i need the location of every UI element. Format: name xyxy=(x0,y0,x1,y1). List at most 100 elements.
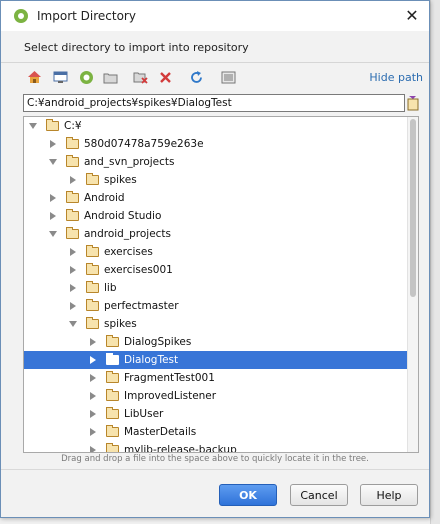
tree-row[interactable]: spikes xyxy=(24,315,408,333)
folder-icon xyxy=(106,389,119,401)
home-icon[interactable] xyxy=(25,68,43,86)
folder-icon xyxy=(46,119,59,131)
collapsed-arrow-icon[interactable] xyxy=(49,140,57,148)
folder-icon xyxy=(86,299,99,311)
tree-row[interactable]: LibUser xyxy=(24,405,408,423)
tree-row[interactable]: exercises001 xyxy=(24,261,408,279)
tree-row-label: spikes xyxy=(104,174,137,186)
folder-icon xyxy=(106,371,119,383)
path-row xyxy=(23,94,419,112)
cancel-button[interactable]: Cancel xyxy=(290,484,348,506)
collapsed-arrow-icon[interactable] xyxy=(89,446,97,452)
folder-icon xyxy=(86,173,99,185)
collapsed-arrow-icon[interactable] xyxy=(69,284,77,292)
hide-path-link[interactable]: Hide path xyxy=(369,71,423,84)
tree-row[interactable]: C:¥ xyxy=(24,117,408,135)
folder-icon xyxy=(86,317,99,329)
folder-icon xyxy=(86,281,99,293)
android-project-icon[interactable] xyxy=(77,68,95,86)
tree-row-label: exercises xyxy=(104,246,153,258)
collapsed-arrow-icon[interactable] xyxy=(89,356,97,364)
tree-row[interactable]: lib xyxy=(24,279,408,297)
tree-row[interactable]: DialogSpikes xyxy=(24,333,408,351)
tree-row-label: MasterDetails xyxy=(124,426,197,438)
collapsed-arrow-icon[interactable] xyxy=(89,374,97,382)
tree-row[interactable]: android_projects xyxy=(24,225,408,243)
folder-icon xyxy=(66,137,79,149)
folder-icon xyxy=(106,425,119,437)
folder-icon xyxy=(66,209,79,221)
folder-icon xyxy=(106,407,119,419)
delete-folder-icon[interactable] xyxy=(131,68,149,86)
tree-scrollbar[interactable] xyxy=(407,117,418,452)
drag-drop-hint: Drag and drop a file into the space abov… xyxy=(61,454,369,464)
delete-icon[interactable] xyxy=(156,68,174,86)
expanded-arrow-icon[interactable] xyxy=(49,230,57,238)
folder-icon xyxy=(106,443,119,452)
collapsed-arrow-icon[interactable] xyxy=(89,392,97,400)
folder-icon xyxy=(66,227,79,239)
android-studio-icon xyxy=(14,9,28,23)
tree-row-label: Android Studio xyxy=(84,210,162,222)
tree-row[interactable]: and_svn_projects xyxy=(24,153,408,171)
directory-tree[interactable]: C:¥ 580d07478a759e263e and_svn_projectsspi… xyxy=(23,116,419,453)
tree-row-label: DialogTest xyxy=(124,354,179,366)
browse-history-icon[interactable] xyxy=(407,95,419,111)
collapsed-arrow-icon[interactable] xyxy=(69,176,77,184)
tree-row[interactable]: Android xyxy=(24,189,408,207)
new-folder-icon[interactable] xyxy=(101,68,119,86)
background-scrollbar xyxy=(430,0,440,524)
tree-row-label: exercises001 xyxy=(104,264,173,276)
subtitle-bar: Select directory to import into reposito… xyxy=(1,31,429,63)
tree-row[interactable]: exercises xyxy=(24,243,408,261)
expanded-arrow-icon[interactable] xyxy=(49,158,57,166)
folder-icon xyxy=(106,353,119,365)
refresh-icon[interactable] xyxy=(187,68,205,86)
collapsed-arrow-icon[interactable] xyxy=(89,410,97,418)
tree-row-label: FragmentTest001 xyxy=(124,372,215,384)
collapsed-arrow-icon[interactable] xyxy=(89,338,97,346)
dialog-subtitle: Select directory to import into reposito… xyxy=(24,41,249,54)
collapsed-arrow-icon[interactable] xyxy=(89,428,97,436)
title-bar[interactable]: Import Directory ✕ xyxy=(1,1,429,31)
tree-row[interactable]: Android Studio xyxy=(24,207,408,225)
import-directory-dialog: Import Directory ✕ Select directory to i… xyxy=(0,0,430,518)
tree-scrollbar-thumb[interactable] xyxy=(410,119,416,297)
folder-icon xyxy=(86,263,99,275)
tree-row[interactable]: perfectmaster xyxy=(24,297,408,315)
tree-row-label: lib xyxy=(104,282,117,294)
tree-row-label: and_svn_projects xyxy=(84,156,175,168)
tree-row-label: DialogSpikes xyxy=(124,336,192,348)
expanded-arrow-icon[interactable] xyxy=(29,122,37,130)
ok-button[interactable]: OK xyxy=(219,484,277,506)
close-button[interactable]: ✕ xyxy=(401,5,423,27)
tree-row[interactable]: 580d07478a759e263e xyxy=(24,135,408,153)
tree-row-label: C:¥ xyxy=(64,120,82,132)
tree-row[interactable]: ImprovedListener xyxy=(24,387,408,405)
collapsed-arrow-icon[interactable] xyxy=(49,212,57,220)
tree-row-label: android_projects xyxy=(84,228,172,240)
folder-icon xyxy=(66,191,79,203)
tree-row-label: Android xyxy=(84,192,125,204)
dialog-title: Import Directory xyxy=(37,9,136,23)
tree-row[interactable]: MasterDetails xyxy=(24,423,408,441)
tree-row[interactable]: spikes xyxy=(24,171,408,189)
tree-row-label: LibUser xyxy=(124,408,164,420)
path-input[interactable] xyxy=(23,94,405,112)
tree-row-label: ImprovedListener xyxy=(124,390,217,402)
help-button[interactable]: Help xyxy=(360,484,418,506)
footer-divider xyxy=(1,469,429,470)
collapsed-arrow-icon[interactable] xyxy=(69,248,77,256)
show-hidden-icon[interactable] xyxy=(219,68,237,86)
expanded-arrow-icon[interactable] xyxy=(69,320,77,328)
tree-row[interactable]: FragmentTest001 xyxy=(24,369,408,387)
collapsed-arrow-icon[interactable] xyxy=(69,302,77,310)
collapsed-arrow-icon[interactable] xyxy=(69,266,77,274)
tree-row-label: mylib-release-backup xyxy=(124,444,237,453)
tree-row[interactable]: DialogTest xyxy=(24,351,408,369)
collapsed-arrow-icon[interactable] xyxy=(49,194,57,202)
tree-row[interactable]: mylib-release-backup xyxy=(24,441,408,453)
desktop-icon[interactable] xyxy=(51,68,69,86)
file-chooser-toolbar: Hide path xyxy=(23,67,423,89)
tree-row-label: perfectmaster xyxy=(104,300,179,312)
